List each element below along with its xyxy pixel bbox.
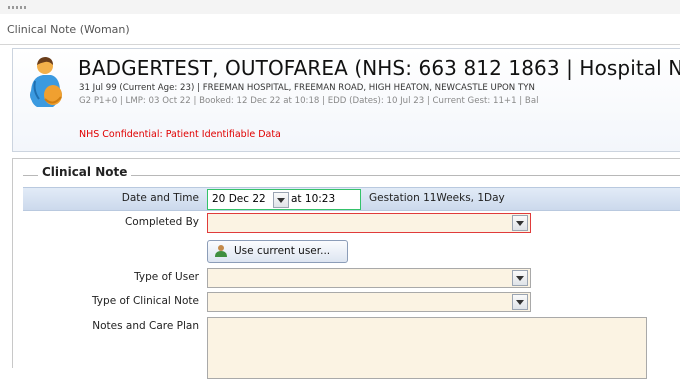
- pregnancy-summary: G2 P1+0 | LMP: 03 Oct 22 | Booked: 12 De…: [79, 96, 539, 106]
- use-current-user-label: Use current user...: [234, 245, 331, 257]
- chevron-down-icon: [516, 221, 524, 226]
- confidential-notice: NHS Confidential: Patient Identifiable D…: [79, 129, 281, 140]
- window-title: Clinical Note (Woman): [7, 23, 130, 36]
- date-time-field[interactable]: 20 Dec 22 at 10:23: [207, 189, 361, 210]
- type-of-clinical-note-select[interactable]: [207, 292, 531, 312]
- date-value[interactable]: 20 Dec 22: [212, 193, 266, 205]
- pregnant-woman-icon: [30, 57, 62, 107]
- date-time-label: Date and Time: [121, 192, 199, 204]
- top-strip: [0, 0, 680, 14]
- notes-and-care-plan-label: Notes and Care Plan: [92, 320, 199, 332]
- patient-address: 31 Jul 99 (Current Age: 23) | FREEMAN HO…: [79, 83, 535, 93]
- chevron-down-icon: [277, 198, 285, 203]
- type-of-user-dropdown-button[interactable]: [512, 270, 528, 286]
- grip-handle[interactable]: [8, 6, 26, 9]
- completed-by-select[interactable]: [207, 213, 531, 233]
- notes-and-care-plan-textarea[interactable]: [207, 317, 647, 379]
- type-of-user-label: Type of User: [134, 271, 199, 283]
- use-current-user-button[interactable]: Use current user...: [207, 240, 348, 263]
- type-of-clinical-note-dropdown-button[interactable]: [512, 294, 528, 310]
- window-titlebar: Clinical Note (Woman): [0, 14, 680, 45]
- patient-name: BADGERTEST, OUTOFAREA (NHS: 663 812 1863…: [78, 56, 680, 80]
- gestation-text: Gestation 11Weeks, 1Day: [369, 192, 505, 204]
- user-icon: [215, 245, 227, 257]
- time-value[interactable]: at 10:23: [291, 193, 335, 205]
- clinical-note-panel: Clinical Note Date and Time 20 Dec 22 at…: [12, 158, 680, 379]
- patient-banner: BADGERTEST, OUTOFAREA (NHS: 663 812 1863…: [12, 48, 680, 152]
- group-legend: Clinical Note: [38, 165, 132, 179]
- type-of-clinical-note-label: Type of Clinical Note: [92, 295, 199, 307]
- completed-by-label: Completed By: [124, 216, 199, 228]
- completed-by-dropdown-button[interactable]: [512, 215, 528, 231]
- date-dropdown-button[interactable]: [273, 192, 289, 208]
- chevron-down-icon: [516, 276, 524, 281]
- chevron-down-icon: [516, 300, 524, 305]
- type-of-user-select[interactable]: [207, 268, 531, 288]
